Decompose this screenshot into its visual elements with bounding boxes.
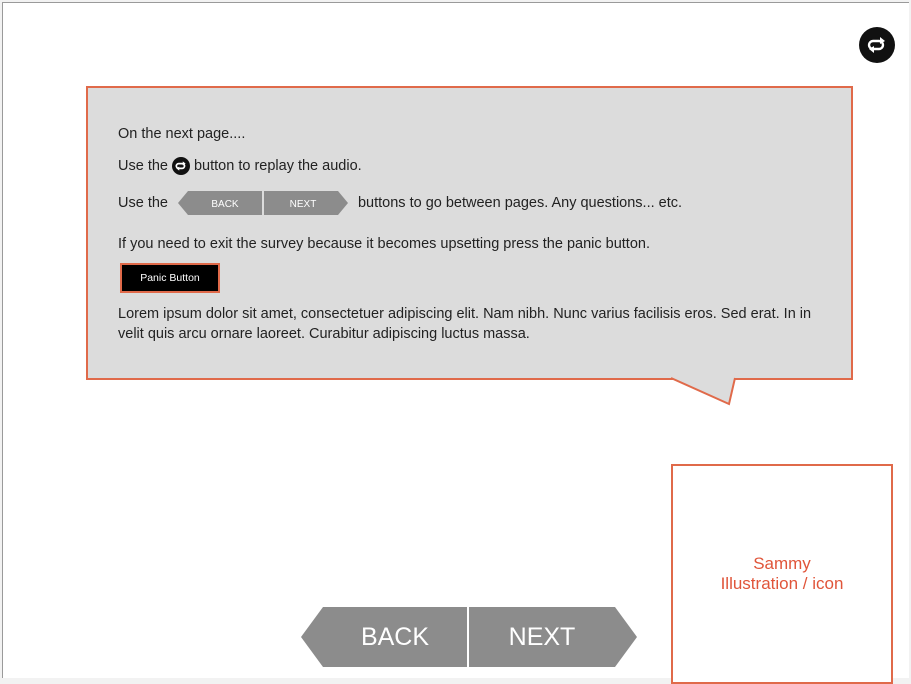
replay-icon [867, 37, 885, 53]
next-label: NEXT [508, 623, 576, 651]
lorem-paragraph: Lorem ipsum dolor sit amet, consectetuer… [118, 306, 812, 342]
survey-page: On the next page.... Use the button to r… [2, 2, 909, 684]
mini-back-label: BACK [211, 199, 239, 210]
back-label: BACK [360, 623, 430, 651]
mini-nav-illustration: BACK NEXT [177, 191, 350, 215]
mini-next-label: NEXT [290, 199, 317, 210]
instruction-line-next-page: On the next page.... [118, 126, 246, 142]
illustration-title: Sammy [753, 554, 811, 573]
instruction-nav-prefix: Use the [118, 195, 168, 211]
page-navigation: BACK NEXT [301, 607, 637, 667]
back-button[interactable]: BACK [301, 607, 469, 667]
panic-button[interactable]: Panic Button [120, 263, 220, 293]
illustration-subtitle: Illustration / icon [720, 574, 844, 593]
instruction-line-panic: If you need to exit the survey because i… [118, 236, 650, 252]
instructions-callout: On the next page.... Use the button to r… [86, 86, 853, 380]
header-blank-area [711, 11, 851, 67]
instruction-nav-suffix: buttons to go between pages. Any questio… [357, 195, 683, 211]
instruction-replay-suffix: button to replay the audio. [193, 158, 362, 174]
instruction-replay-prefix: Use the [118, 158, 168, 174]
next-button[interactable]: NEXT [469, 607, 637, 667]
replay-audio-button[interactable] [859, 27, 895, 63]
instruction-line-replay: Use the button to replay the audio. [118, 156, 362, 176]
callout-tail [670, 377, 736, 406]
instruction-line-navigation: Use the BACK NEXT buttons to go between … [118, 191, 683, 215]
inline-replay-icon [171, 157, 190, 175]
sammy-illustration-placeholder: Sammy Illustration / icon [671, 464, 893, 684]
